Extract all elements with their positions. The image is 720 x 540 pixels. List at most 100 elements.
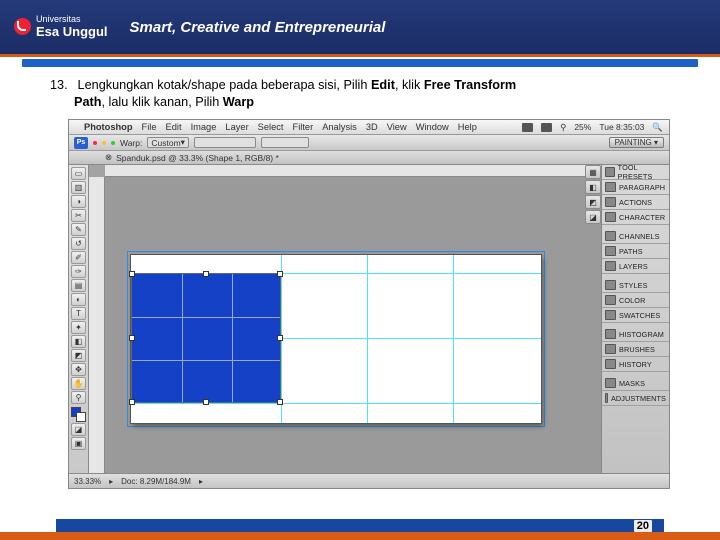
tool-brush[interactable]: ✐ [71,251,86,264]
panel-icon [605,167,615,177]
color-swatches[interactable] [71,407,86,422]
mac-menubar[interactable]: Photoshop File Edit Image Layer Select F… [69,120,669,135]
menu-edit[interactable]: Edit [166,122,182,132]
panel-adjustments[interactable]: ADJUSTMENTS [602,391,669,406]
panel-styles[interactable]: STYLES [602,278,669,293]
tool-zoom[interactable]: ⚲ [71,391,86,404]
warp-grid[interactable] [232,274,233,402]
panel-label: PARAGRAPH [619,183,665,192]
transform-handle[interactable] [129,399,135,405]
toolbox: ▭ ▥ ◑ ✂ ✎ ↺ ✐ ✑ ▤ ◐ T ✦ ◧ ◩ ✥ ✋ ⚲ ◪ ▣ [69,165,89,473]
panel-color[interactable]: COLOR [602,293,669,308]
guide-h[interactable] [131,403,541,404]
menu-file[interactable]: File [142,122,157,132]
tool-hand[interactable]: ✋ [71,377,86,390]
collapsed-panel-icon[interactable]: ▦ [585,165,601,179]
collapsed-panel-icon[interactable]: ◪ [585,210,601,224]
panel-label: ADJUSTMENTS [611,394,666,403]
panel-channels[interactable]: CHANNELS [602,229,669,244]
transform-handle[interactable] [129,335,135,341]
document-tab[interactable]: ⊗ Spanduk.psd @ 33.3% (Shape 1, RGB/8) * [69,151,669,165]
panel-layers[interactable]: LAYERS [602,259,669,274]
menu-3d[interactable]: 3D [366,122,378,132]
panel-histogram[interactable]: HISTOGRAM [602,327,669,342]
ruler-vertical[interactable] [89,177,105,473]
traffic-min-icon[interactable] [102,141,106,145]
panel-actions[interactable]: ACTIONS [602,195,669,210]
tool-path-select[interactable]: ◩ [71,349,86,362]
menu-photoshop[interactable]: Photoshop [84,122,133,132]
tool-3d[interactable]: ✥ [71,363,86,376]
tool-type[interactable]: T [71,307,86,320]
panel-icon [605,182,616,192]
menu-analysis[interactable]: Analysis [322,122,357,132]
transform-handle[interactable] [277,271,283,277]
warp-grid[interactable] [132,317,280,318]
collapsed-panel-icon[interactable]: ◩ [585,195,601,209]
canvas-area[interactable] [105,177,601,473]
menu-image[interactable]: Image [191,122,217,132]
panel-masks[interactable]: MASKS [602,376,669,391]
transform-handle[interactable] [277,399,283,405]
warp-options-group[interactable] [194,137,256,148]
options-bar: Ps Warp: Custom ▾ PAINTING ▾ [69,135,669,151]
status-doc-info[interactable]: Doc: 8.29M/184.9M [121,477,191,486]
menu-window[interactable]: Window [416,122,449,132]
tool-stamp[interactable]: ✑ [71,265,86,278]
guide-v[interactable] [367,255,368,423]
warp-grid[interactable] [132,360,280,361]
panel-label: HISTOGRAM [619,330,664,339]
status-zoom[interactable]: 33.33% [74,477,101,486]
tool-move[interactable]: ▥ [71,181,86,194]
warp-grid[interactable] [182,274,183,402]
menu-layer[interactable]: Layer [225,122,248,132]
panel-history[interactable]: HISTORY [602,357,669,372]
workspace-mode-button[interactable]: PAINTING ▾ [609,137,664,148]
tool-pen[interactable]: ✦ [71,321,86,334]
traffic-close-icon[interactable] [93,141,97,145]
tool-gradient[interactable]: ◐ [71,293,86,306]
guide-v[interactable] [453,255,454,423]
panel-paths[interactable]: PATHS [602,244,669,259]
status-chevron-icon[interactable]: ▸ [199,477,203,486]
transform-handle[interactable] [203,271,209,277]
spotlight-icon[interactable]: 🔍 [652,122,663,133]
tool-marquee[interactable]: ▭ [71,167,86,180]
menu-filter[interactable]: Filter [293,122,314,132]
panel-tool-presets[interactable]: TOOL PRESETS [602,165,669,180]
collapsed-panel-icon[interactable]: ◧ [585,180,601,194]
ruler-horizontal[interactable] [105,165,601,177]
status-chevron-icon[interactable]: ▸ [109,477,113,486]
quickmask-toggle[interactable]: ◪ [71,423,86,436]
tool-eraser[interactable]: ▤ [71,279,86,292]
tool-shape[interactable]: ◧ [71,335,86,348]
logo-mark-icon [14,18,31,35]
transform-handle[interactable] [203,399,209,405]
instr-bold-warp: Warp [223,95,254,109]
panel-paragraph[interactable]: PARAGRAPH [602,180,669,195]
panel-icon [605,295,616,305]
menu-view[interactable]: View [387,122,407,132]
tab-close-icon[interactable]: ⊗ [105,152,112,163]
status-icon [541,123,552,132]
panel-brushes[interactable]: BRUSHES [602,342,669,357]
transform-handle[interactable] [129,271,135,277]
transform-handle[interactable] [277,335,283,341]
transform-bounding-box[interactable] [131,273,281,403]
tool-heal[interactable]: ↺ [71,237,86,250]
menu-help[interactable]: Help [458,122,477,132]
tool-crop[interactable]: ✂ [71,209,86,222]
logo-top: Universitas [36,14,81,24]
confirm-cancel-group[interactable] [261,137,309,148]
screenmode-toggle[interactable]: ▣ [71,437,86,450]
artboard[interactable] [131,255,541,423]
traffic-zoom-icon[interactable] [111,141,115,145]
menu-select[interactable]: Select [258,122,284,132]
tool-lasso[interactable]: ◑ [71,195,86,208]
panel-character[interactable]: CHARACTER [602,210,669,225]
panel-swatches[interactable]: SWATCHES [602,308,669,323]
warp-style-select[interactable]: Custom ▾ [147,137,189,148]
background-swatch[interactable] [76,412,86,422]
tool-eyedropper[interactable]: ✎ [71,223,86,236]
ps-app-icon[interactable]: Ps [74,137,88,149]
